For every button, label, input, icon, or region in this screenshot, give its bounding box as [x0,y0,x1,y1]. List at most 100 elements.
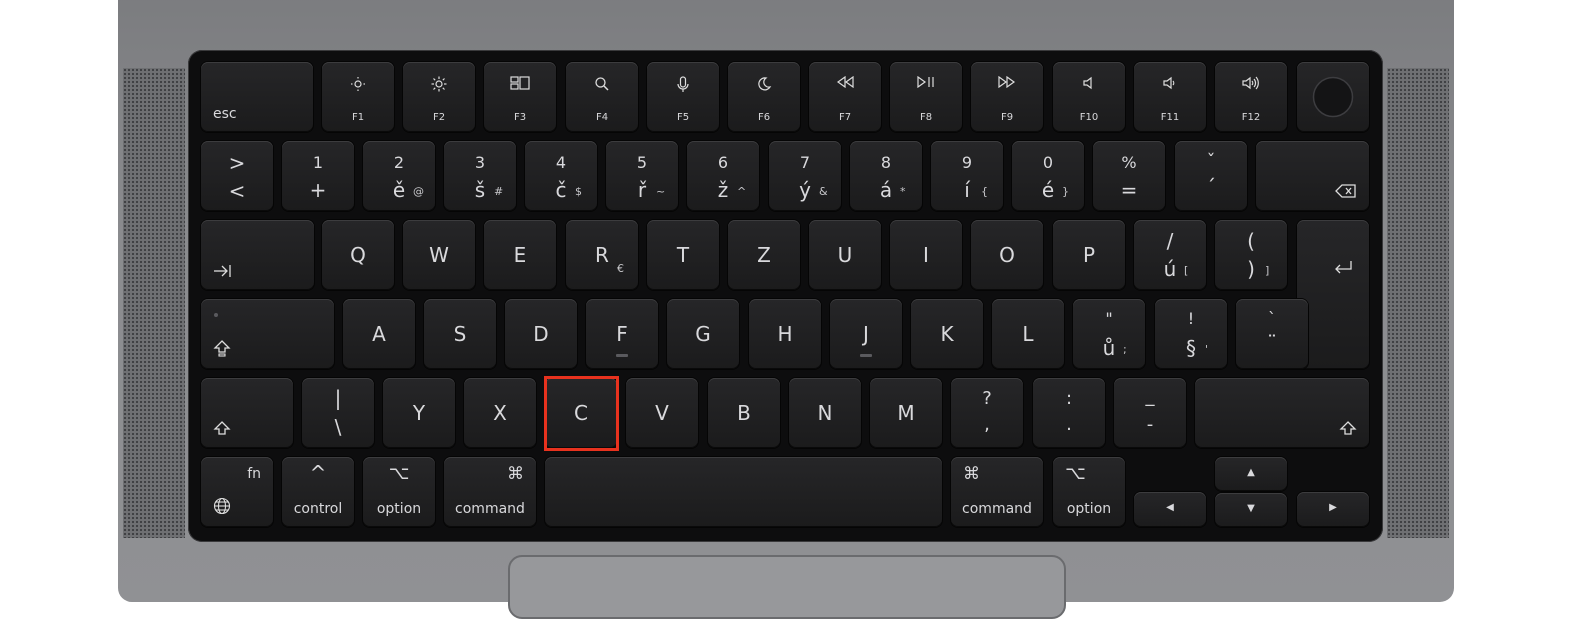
key-top-char: 6 [717,153,729,172]
key-control[interactable]: ^ control [282,457,354,527]
speaker-grille-right [1387,68,1449,538]
key-e[interactable]: E [484,220,556,290]
key-comma[interactable]: ? , [951,378,1023,448]
key-f12[interactable]: F12 [1215,62,1287,132]
key-parentheses[interactable]: ( ) ] [1215,220,1287,290]
key-label: S [453,322,467,346]
key-f1[interactable]: F1 [322,62,394,132]
key-arrow-right[interactable]: ▶ [1297,492,1369,527]
key-3[interactable]: 3 š # [444,141,516,211]
key-g[interactable]: G [667,299,739,369]
trackpad[interactable] [508,555,1066,619]
key-touch-id[interactable] [1297,62,1369,132]
key-angle-brackets[interactable]: > < [201,141,273,211]
key-d[interactable]: D [505,299,577,369]
key-backtick[interactable]: ` ¨ [1236,299,1308,369]
key-shift-right[interactable] [1195,378,1369,448]
key-9[interactable]: 9 í { [931,141,1003,211]
key-4[interactable]: 4 č $ [525,141,597,211]
key-label: option [1066,501,1112,517]
key-fn[interactable]: fn [201,457,273,527]
key-2[interactable]: 2 ě @ [363,141,435,211]
key-j[interactable]: J [830,299,902,369]
key-bottom-char: - [1146,414,1154,435]
key-8[interactable]: 8 á * [850,141,922,211]
key-f3[interactable]: F3 [484,62,556,132]
key-bottom-char: § [1186,336,1196,360]
key-f6[interactable]: F6 [728,62,800,132]
key-f4[interactable]: F4 [566,62,638,132]
key-t[interactable]: T [647,220,719,290]
key-f2[interactable]: F2 [403,62,475,132]
key-i[interactable]: I [890,220,962,290]
key-7[interactable]: 7 ý & [769,141,841,211]
key-m[interactable]: M [870,378,942,448]
key-5[interactable]: 5 ř ~ [606,141,678,211]
key-tab[interactable] [201,220,314,290]
key-bottom-char: é [1041,178,1055,202]
key-period[interactable]: : . [1033,378,1105,448]
control-symbol-icon: ^ [309,461,327,485]
key-top-char: ( [1247,229,1255,253]
key-p[interactable]: P [1053,220,1125,290]
key-space[interactable] [545,457,942,527]
key-f8[interactable]: F8 [890,62,962,132]
key-f10[interactable]: F10 [1053,62,1125,132]
key-label: command [455,501,525,517]
tab-icon [214,265,231,277]
key-top-char: 5 [636,153,648,172]
key-n[interactable]: N [789,378,861,448]
key-q[interactable]: Q [322,220,394,290]
key-label: F12 [1241,112,1261,123]
key-r[interactable]: R € [566,220,638,290]
caps-lock-icon [213,340,231,357]
key-a[interactable]: A [343,299,415,369]
volume-down-icon [1163,76,1175,90]
key-caps-lock[interactable] [201,299,334,369]
key-shift-left[interactable] [201,378,293,448]
key-0[interactable]: 0 é } [1012,141,1084,211]
key-x[interactable]: X [464,378,536,448]
key-percent[interactable]: % = [1093,141,1165,211]
key-f[interactable]: F [586,299,658,369]
key-h[interactable]: H [749,299,821,369]
key-label: F2 [432,112,446,123]
key-l[interactable]: L [992,299,1064,369]
key-u-ring[interactable]: " ů ; [1073,299,1145,369]
key-arrow-left[interactable]: ◀ [1134,492,1206,527]
key-z[interactable]: Z [728,220,800,290]
key-f5[interactable]: F5 [647,62,719,132]
key-label: I [923,243,929,267]
key-command-left[interactable]: ⌘ command [444,457,536,527]
key-b[interactable]: B [708,378,780,448]
key-option-right[interactable]: ⌥ option [1053,457,1125,527]
key-command-right[interactable]: ⌘ command [951,457,1043,527]
key-w[interactable]: W [403,220,475,290]
key-delete[interactable] [1256,141,1369,211]
key-caron[interactable]: ˇ ´ [1175,141,1247,211]
brightness-down-icon [351,77,365,91]
key-y[interactable]: Y [383,378,455,448]
key-esc[interactable]: esc [201,62,313,132]
key-k[interactable]: K [911,299,983,369]
key-f11[interactable]: F11 [1134,62,1206,132]
key-c[interactable]: C [545,378,617,448]
key-v[interactable]: V [626,378,698,448]
key-arrow-down[interactable]: ▼ [1215,493,1287,527]
key-option-left[interactable]: ⌥ option [363,457,435,527]
key-f7[interactable]: F7 [809,62,881,132]
key-u[interactable]: U [809,220,881,290]
key-s[interactable]: S [424,299,496,369]
key-bottom-char: á [879,178,893,202]
key-arrow-up[interactable]: ▲ [1215,457,1287,491]
key-o[interactable]: O [971,220,1043,290]
key-6[interactable]: 6 ž ^ [687,141,759,211]
key-pipe[interactable]: | \ [302,378,374,448]
key-1[interactable]: 1 + [282,141,354,211]
moon-icon [758,77,772,91]
key-hyphen[interactable]: _ - [1114,378,1186,448]
key-section[interactable]: ! § ' [1155,299,1227,369]
arrow-left-icon: ◀ [1166,502,1174,513]
key-f9[interactable]: F9 [971,62,1043,132]
key-slash-u-acute[interactable]: / ú [ [1134,220,1206,290]
